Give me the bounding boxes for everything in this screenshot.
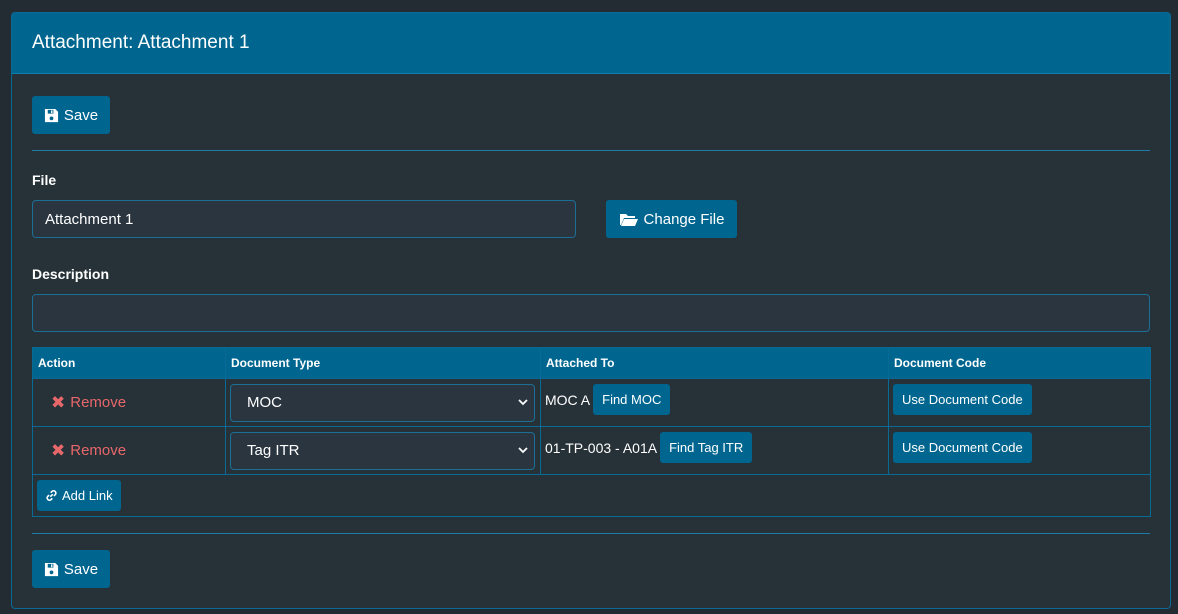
column-header-attached-to: Attached To xyxy=(540,347,889,379)
add-link-label: Add Link xyxy=(62,488,113,503)
add-link-row: Add Link xyxy=(32,474,1151,517)
save-label: Save xyxy=(63,560,99,578)
attached-to-value: MOC A xyxy=(545,391,591,408)
divider-top xyxy=(32,150,1150,151)
find-tag-itr-button[interactable]: Find Tag ITR xyxy=(660,432,753,463)
floppy-disk-icon xyxy=(44,562,58,576)
find-moc-button[interactable]: Find MOC xyxy=(593,384,671,415)
add-link-cell: Add Link xyxy=(32,474,1151,517)
column-header-document-type: Document Type xyxy=(225,347,541,379)
action-cell: ✖ Remove xyxy=(32,426,226,475)
chevron-down-icon xyxy=(518,399,528,406)
times-icon: ✖ xyxy=(51,392,66,412)
document-code-cell: Use Document Code xyxy=(888,426,1151,475)
save-button-top[interactable]: Save xyxy=(32,96,110,134)
links-table: Action Document Type Attached To Documen… xyxy=(32,347,1151,517)
column-header-document-code: Document Code xyxy=(888,347,1151,379)
times-icon: ✖ xyxy=(51,440,66,460)
card-header: Attachment: Attachment 1 xyxy=(12,13,1170,74)
change-file-label: Change File xyxy=(643,210,725,228)
table-row: ✖ Remove Tag ITR 01-TP-003 - A01A Find T… xyxy=(32,426,1151,475)
attached-to-cell: 01-TP-003 - A01A Find Tag ITR xyxy=(540,426,889,475)
document-type-select[interactable]: MOC xyxy=(230,383,535,422)
document-type-select[interactable]: Tag ITR xyxy=(230,431,535,470)
document-type-cell: Tag ITR xyxy=(225,426,541,475)
chevron-down-icon xyxy=(518,447,528,454)
page-title: Attachment: Attachment 1 xyxy=(32,32,250,53)
use-document-code-button[interactable]: Use Document Code xyxy=(893,384,1032,415)
description-field[interactable] xyxy=(32,294,1150,332)
change-file-button[interactable]: Change File xyxy=(606,200,737,238)
document-type-value: Tag ITR xyxy=(247,442,300,459)
remove-label: Remove xyxy=(70,394,127,411)
table-row: ✖ Remove MOC MOC A Find MOC Use Document… xyxy=(32,378,1151,427)
remove-button[interactable]: ✖ Remove xyxy=(51,393,126,413)
column-header-action: Action xyxy=(32,347,226,379)
attachment-card: Attachment: Attachment 1 Save File Attac… xyxy=(11,12,1171,609)
file-label: File xyxy=(32,172,57,188)
link-icon xyxy=(46,490,57,501)
attached-to-value: 01-TP-003 - A01A xyxy=(545,439,658,456)
description-label: Description xyxy=(32,266,110,282)
save-button-bottom[interactable]: Save xyxy=(32,550,110,588)
remove-button[interactable]: ✖ Remove xyxy=(51,441,126,461)
divider-bottom xyxy=(32,533,1150,534)
document-type-cell: MOC xyxy=(225,378,541,427)
document-type-value: MOC xyxy=(247,394,282,411)
save-label: Save xyxy=(63,106,99,124)
document-code-cell: Use Document Code xyxy=(888,378,1151,427)
table-header-row: Action Document Type Attached To Documen… xyxy=(32,347,1151,379)
floppy-disk-icon xyxy=(44,108,58,122)
file-name-field[interactable]: Attachment 1 xyxy=(32,200,576,238)
use-document-code-button[interactable]: Use Document Code xyxy=(893,432,1032,463)
add-link-button[interactable]: Add Link xyxy=(37,480,121,511)
action-cell: ✖ Remove xyxy=(32,378,226,427)
folder-open-icon xyxy=(619,213,638,226)
attached-to-cell: MOC A Find MOC xyxy=(540,378,889,427)
remove-label: Remove xyxy=(70,442,127,459)
